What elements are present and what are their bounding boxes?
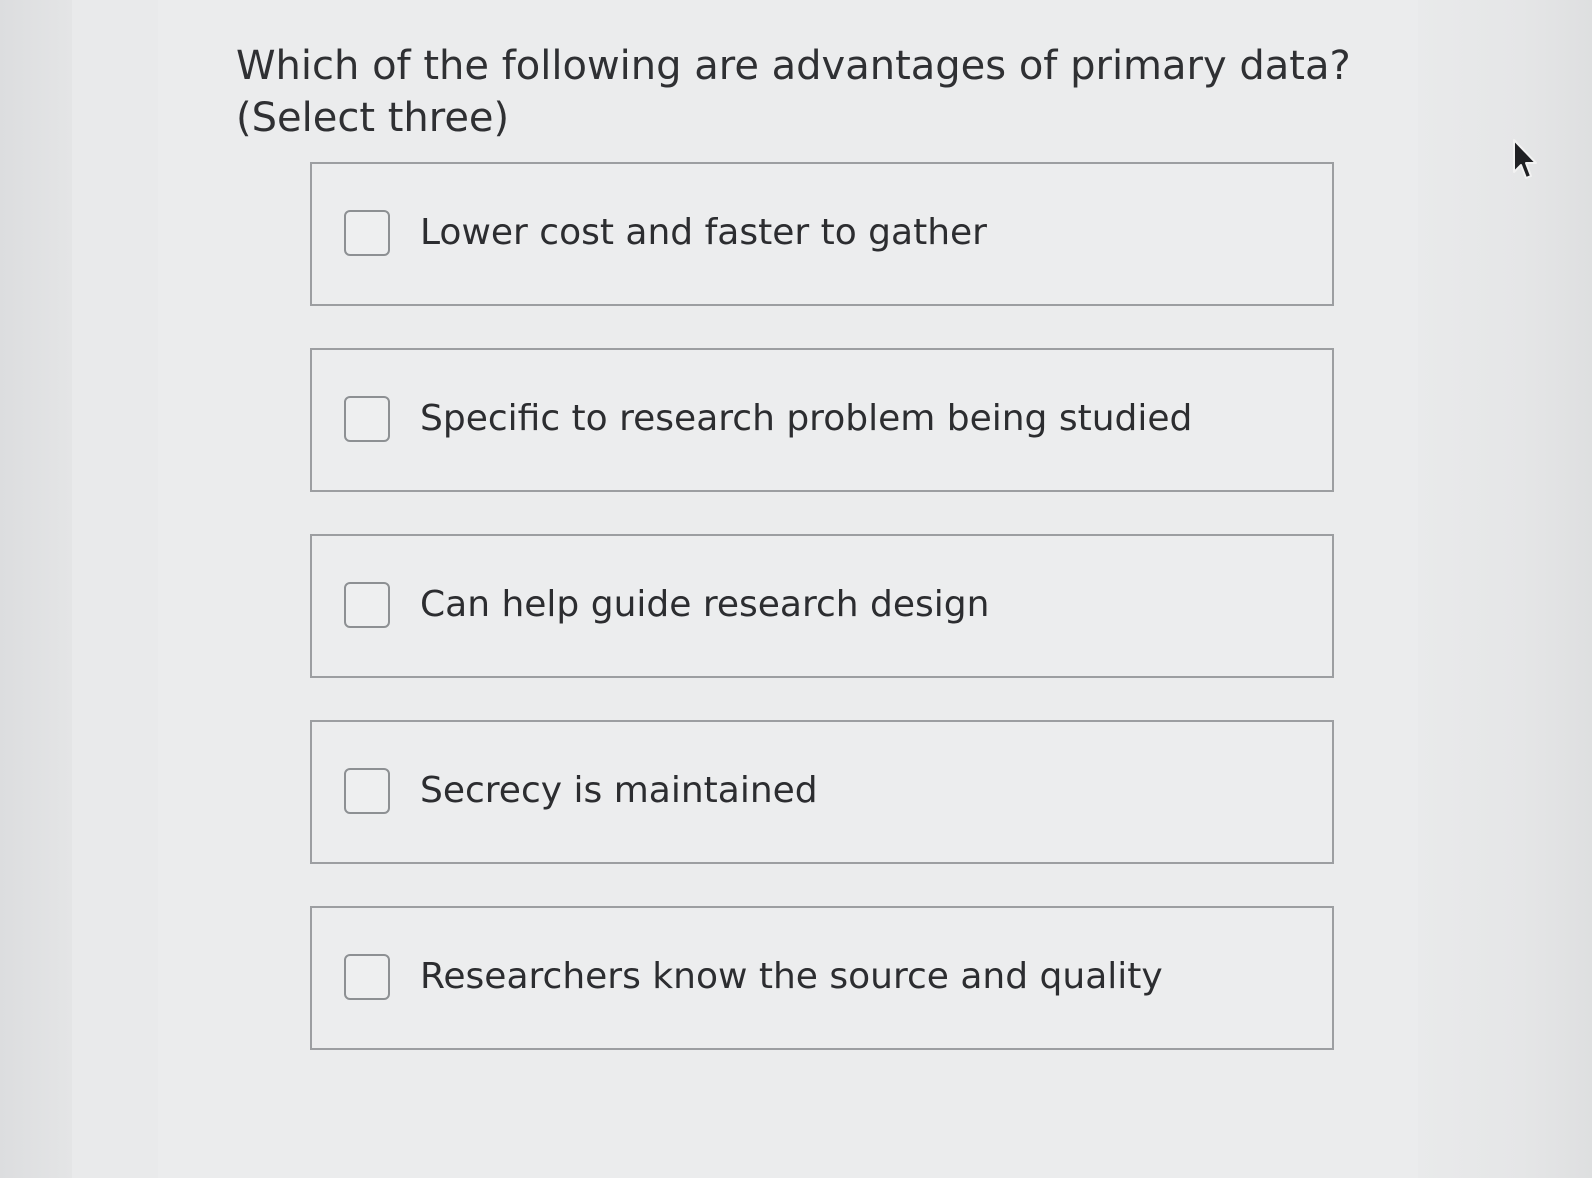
option-label: Can help guide research design [420,584,990,625]
option-label: Specific to research problem being studi… [420,398,1193,439]
option-label: Researchers know the source and quality [420,956,1163,997]
question-text: Which of the following are advantages of… [236,43,1351,141]
screen-bezel-right [1418,0,1592,1178]
checkbox-empty-icon[interactable] [344,396,390,442]
screen-bezel-left [0,0,160,1178]
bezel-strip [72,0,158,1178]
option-guide-research-design[interactable]: Can help guide research design [310,534,1334,678]
checkbox-empty-icon[interactable] [344,582,390,628]
checkbox-empty-icon[interactable] [344,768,390,814]
question-panel: Which of the following are advantages of… [158,0,1418,1178]
option-label: Lower cost and faster to gather [420,212,987,253]
mouse-pointer-icon [1513,139,1537,179]
option-lower-cost[interactable]: Lower cost and faster to gather [310,162,1334,306]
option-specific-to-problem[interactable]: Specific to research problem being studi… [310,348,1334,492]
option-label: Secrecy is maintained [420,770,818,811]
option-secrecy-maintained[interactable]: Secrecy is maintained [310,720,1334,864]
option-know-source-quality[interactable]: Researchers know the source and quality [310,906,1334,1050]
checkbox-empty-icon[interactable] [344,210,390,256]
checkbox-empty-icon[interactable] [344,954,390,1000]
